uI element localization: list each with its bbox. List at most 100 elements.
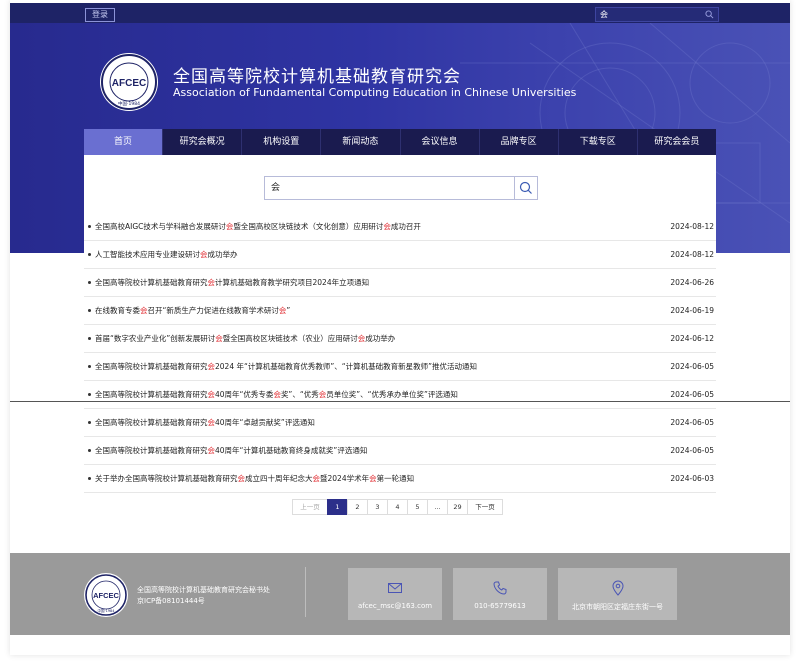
search-query: 会	[271, 183, 281, 193]
search-field[interactable]: 会	[264, 176, 538, 200]
bullet-icon	[88, 253, 91, 256]
bullet-icon	[88, 309, 91, 312]
result-date: 2024-06-05	[670, 418, 714, 427]
search-highlight: 会	[318, 390, 327, 399]
main-nav: 首页 研究会概况 机构设置 新闻动态 会议信息 品牌专区 下载专区 研究会会员	[84, 129, 716, 155]
pagination-page[interactable]: ...	[427, 499, 448, 515]
results-list: 全国高校AIGC技术与学科融合发展研讨会暨全国高校区块链技术（文化创意）应用研讨…	[84, 213, 716, 493]
contact-email-card[interactable]: afcec_msc@163.com	[348, 568, 442, 620]
result-title[interactable]: 全国高等院校计算机基础教育研究会2024 年“计算机基础教育优秀教师”、“计算机…	[95, 353, 477, 380]
search-button[interactable]	[514, 177, 537, 199]
result-date: 2024-08-12	[670, 222, 714, 231]
result-row[interactable]: 全国高等院校计算机基础教育研究会2024 年“计算机基础教育优秀教师”、“计算机…	[84, 353, 716, 381]
search-highlight: 会	[312, 474, 321, 483]
bullet-icon	[88, 225, 91, 228]
pagination-page[interactable]: 4	[387, 499, 408, 515]
result-date: 2024-06-19	[670, 306, 714, 315]
site-logo[interactable]: AFCEC 中国·1984	[100, 53, 158, 111]
result-row[interactable]: 全国高等院校计算机基础教育研究会40周年“计算机基础教育终身成就奖”评选通知 20…	[84, 437, 716, 465]
pagination-next[interactable]: 下一页	[467, 499, 503, 515]
result-title[interactable]: 全国高校AIGC技术与学科融合发展研讨会暨全国高校区块链技术（文化创意）应用研讨…	[95, 213, 421, 240]
search-highlight: 会	[207, 418, 216, 427]
top-search-value: 会	[600, 10, 608, 19]
search-highlight: 会	[357, 334, 366, 343]
pagination-prev[interactable]: 上一页	[292, 499, 328, 515]
bullet-icon	[88, 421, 91, 424]
nav-organization[interactable]: 机构设置	[242, 129, 322, 155]
logo-year: 中国·1984	[118, 100, 140, 107]
result-title[interactable]: 全国高等院校计算机基础教育研究会40周年“优秀专委会奖”、“优秀会员单位奖”、“…	[95, 381, 458, 408]
result-row[interactable]: 在线教育专委会召开“新质生产力促进在线教育学术研讨会” 2024-06-19	[84, 297, 716, 325]
result-title[interactable]: 人工智能技术应用专业建设研讨会成功举办	[95, 241, 238, 268]
result-date: 2024-08-12	[670, 250, 714, 259]
pagination-page[interactable]: 5	[407, 499, 428, 515]
result-row[interactable]: 人工智能技术应用专业建设研讨会成功举办 2024-08-12	[84, 241, 716, 269]
search-highlight: 会	[273, 390, 281, 399]
nav-home[interactable]: 首页	[84, 129, 164, 155]
search-highlight: 会	[278, 306, 287, 315]
result-row[interactable]: 全国高校AIGC技术与学科融合发展研讨会暨全国高校区块链技术（文化创意）应用研讨…	[84, 213, 716, 241]
result-date: 2024-06-05	[670, 362, 714, 371]
result-date: 2024-06-03	[670, 474, 714, 483]
pagination-page[interactable]: 2	[347, 499, 368, 515]
search-highlight: 会	[207, 446, 216, 455]
search-highlight: 会	[369, 474, 377, 483]
search-highlight: 会	[225, 222, 234, 231]
result-date: 2024-06-05	[670, 390, 714, 399]
result-title[interactable]: 首届“数字农业产业化”创新发展研讨会暨全国高校区块链技术（农业）应用研讨会成功举…	[95, 325, 395, 352]
search-highlight: 会	[140, 306, 148, 315]
contact-phone: 010-65779613	[474, 602, 526, 610]
pagination: 上一页 1 2 3 4 5... 29 下一页	[292, 499, 503, 515]
footer-logo: AFCEC 中国·1984	[84, 573, 128, 617]
bullet-icon	[88, 477, 91, 480]
pagination-page[interactable]: 29	[447, 499, 468, 515]
site-title-cn: 全国高等院校计算机基础教育研究会	[173, 67, 461, 87]
search-icon	[519, 181, 532, 194]
contact-email: afcec_msc@163.com	[357, 602, 433, 610]
site-title-en: Association of Fundamental Computing Edu…	[173, 86, 577, 99]
nav-news[interactable]: 新闻动态	[321, 129, 401, 155]
footer-logo-emblem: AFCEC 中国·1984	[85, 574, 127, 616]
search-highlight: 会	[200, 250, 208, 259]
top-search-input[interactable]: 会	[595, 7, 719, 22]
result-date: 2024-06-26	[670, 278, 714, 287]
result-title[interactable]: 关于举办全国高等院校计算机基础教育研究会成立四十周年纪念大会暨2024学术年会第…	[95, 465, 414, 492]
footer-icp[interactable]: 京ICP备08101444号	[137, 596, 205, 606]
result-title[interactable]: 在线教育专委会召开“新质生产力促进在线教育学术研讨会”	[95, 297, 290, 324]
nav-about[interactable]: 研究会概况	[163, 129, 243, 155]
result-title[interactable]: 全国高等院校计算机基础教育研究会计算机基础教育教学研究项目2024年立项通知	[95, 269, 369, 296]
nav-members[interactable]: 研究会会员	[638, 129, 716, 155]
search-highlight: 会	[207, 390, 216, 399]
result-row[interactable]: 全国高等院校计算机基础教育研究会40周年“卓越贡献奖”评选通知 2024-06-0…	[84, 409, 716, 437]
footer-separator	[305, 567, 306, 617]
result-date: 2024-06-05	[670, 446, 714, 455]
login-button[interactable]: 登录	[85, 8, 115, 22]
result-row[interactable]: 关于举办全国高等院校计算机基础教育研究会成立四十周年纪念大会暨2024学术年会第…	[84, 465, 716, 493]
search-highlight: 会	[215, 334, 223, 343]
nav-downloads[interactable]: 下载专区	[559, 129, 638, 155]
footer-logo-text: AFCEC	[93, 591, 119, 600]
bullet-icon	[88, 393, 91, 396]
bullet-icon	[88, 449, 91, 452]
search-icon[interactable]	[705, 10, 714, 19]
result-row[interactable]: 首届“数字农业产业化”创新发展研讨会暨全国高校区块链技术（农业）应用研讨会成功举…	[84, 325, 716, 353]
nav-conferences[interactable]: 会议信息	[401, 129, 480, 155]
search-highlight: 会	[237, 474, 246, 483]
bullet-icon	[88, 281, 91, 284]
result-row[interactable]: 全国高等院校计算机基础教育研究会40周年“优秀专委会奖”、“优秀会员单位奖”、“…	[84, 381, 716, 409]
contact-address-card[interactable]: 北京市朝阳区定福庄东街一号	[558, 568, 677, 620]
contact-phone-card[interactable]: 010-65779613	[453, 568, 547, 620]
logo-text: AFCEC	[112, 78, 146, 89]
result-row[interactable]: 全国高等院校计算机基础教育研究会计算机基础教育教学研究项目2024年立项通知 20…	[84, 269, 716, 297]
result-title[interactable]: 全国高等院校计算机基础教育研究会40周年“卓越贡献奖”评选通知	[95, 409, 315, 436]
mail-icon	[388, 583, 402, 593]
pagination-page[interactable]: 1	[327, 499, 348, 515]
pagination-page[interactable]: 3	[367, 499, 388, 515]
result-title[interactable]: 全国高等院校计算机基础教育研究会40周年“计算机基础教育终身成就奖”评选通知	[95, 437, 367, 464]
search-highlight: 会	[207, 362, 216, 371]
logo-emblem: AFCEC 中国·1984	[101, 54, 157, 110]
bullet-icon	[88, 337, 91, 340]
bullet-icon	[88, 365, 91, 368]
nav-brand[interactable]: 品牌专区	[480, 129, 559, 155]
location-icon	[611, 580, 624, 596]
